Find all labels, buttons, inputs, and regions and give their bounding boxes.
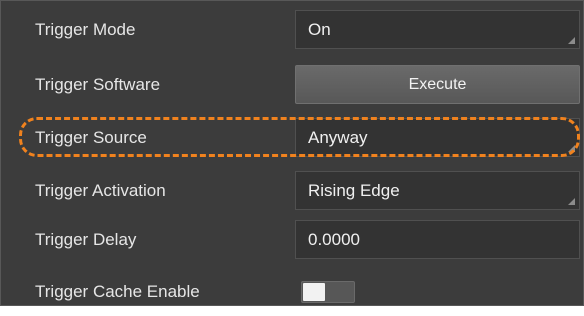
trigger-mode-label: Trigger Mode: [35, 20, 136, 39]
trigger-delay-row: Trigger Delay 0.0000: [1, 215, 584, 264]
trigger-activation-label: Trigger Activation: [35, 181, 166, 200]
dropdown-corner-icon: [568, 145, 575, 152]
trigger-activation-value: Rising Edge: [308, 181, 400, 200]
trigger-software-label: Trigger Software: [35, 75, 161, 94]
trigger-source-dropdown[interactable]: Anyway: [295, 118, 580, 157]
trigger-delay-label: Trigger Delay: [35, 230, 137, 249]
trigger-cache-enable-toggle[interactable]: [301, 281, 355, 303]
trigger-mode-row: Trigger Mode On: [1, 5, 584, 54]
trigger-source-label: Trigger Source: [35, 128, 147, 147]
trigger-mode-value: On: [308, 20, 331, 39]
dropdown-corner-icon: [568, 37, 575, 44]
trigger-mode-dropdown[interactable]: On: [295, 10, 580, 49]
trigger-delay-value: 0.0000: [308, 230, 360, 249]
trigger-delay-input[interactable]: 0.0000: [295, 220, 580, 259]
dropdown-corner-icon: [568, 198, 575, 205]
trigger-activation-row: Trigger Activation Rising Edge: [1, 166, 584, 215]
execute-button[interactable]: Execute: [295, 65, 580, 104]
trigger-source-row: Trigger Source Anyway: [1, 113, 584, 162]
trigger-source-value: Anyway: [308, 128, 368, 147]
trigger-software-row: Trigger Software Execute: [1, 60, 584, 109]
trigger-settings-panel: Trigger Mode On Trigger Software Execute…: [0, 0, 584, 306]
trigger-cache-enable-row: Trigger Cache Enable: [1, 267, 584, 316]
trigger-cache-enable-label: Trigger Cache Enable: [35, 282, 200, 301]
trigger-activation-dropdown[interactable]: Rising Edge: [295, 171, 580, 210]
toggle-knob: [303, 283, 325, 301]
